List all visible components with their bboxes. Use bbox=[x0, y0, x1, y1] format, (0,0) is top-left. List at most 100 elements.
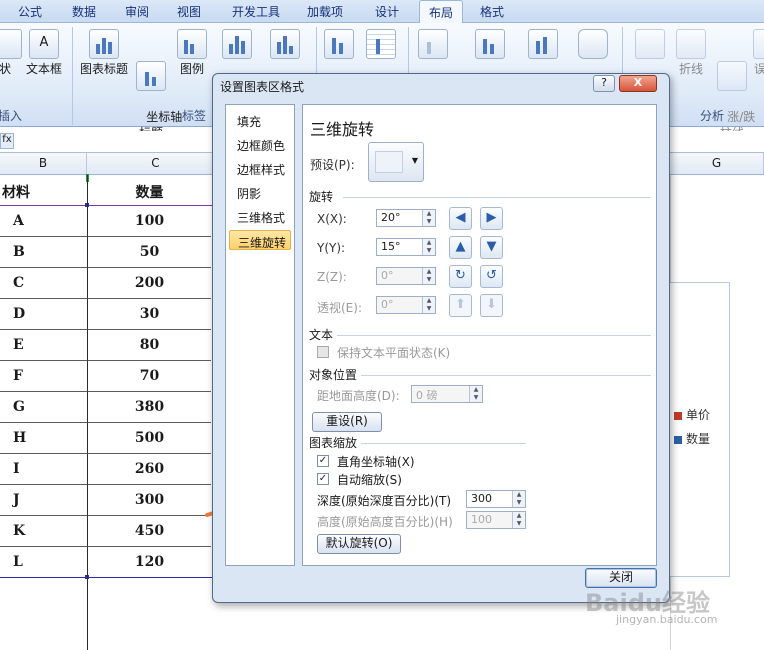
spin-arrows-icon[interactable]: ▲ ▼ bbox=[422, 210, 435, 226]
spin-arrows-icon[interactable]: ▲ ▼ bbox=[422, 268, 435, 284]
data-labels-button[interactable] bbox=[222, 29, 252, 61]
trendline-button[interactable] bbox=[632, 29, 668, 61]
axes-button[interactable] bbox=[324, 29, 354, 61]
widen-view-icon[interactable]: ⬇ bbox=[480, 294, 503, 317]
rotate-left-icon[interactable]: ◀ bbox=[449, 207, 472, 230]
narrow-view-icon[interactable]: ⬆ bbox=[449, 294, 472, 317]
z-rotation-input[interactable]: 0° ▲ ▼ bbox=[376, 267, 436, 285]
text-box-button[interactable]: A 文本框 bbox=[24, 29, 64, 77]
3d-rotation-button[interactable] bbox=[578, 29, 608, 61]
x-rotation-input[interactable]: 20° ▲ ▼ bbox=[376, 209, 436, 227]
cell-material[interactable]: I bbox=[0, 454, 87, 485]
cell-material[interactable]: J bbox=[0, 485, 87, 516]
plot-area-button[interactable] bbox=[418, 29, 448, 61]
header-cell-material[interactable]: 材料 bbox=[0, 175, 87, 206]
spin-arrows-icon[interactable]: ▲ ▼ bbox=[469, 386, 482, 402]
nav-item-3d-format[interactable]: 三维格式 bbox=[229, 206, 291, 226]
column-header-c[interactable]: C bbox=[87, 153, 225, 175]
section-divider bbox=[337, 335, 651, 336]
cell-qty[interactable]: 70 bbox=[87, 361, 211, 392]
tab-view[interactable]: 视图 bbox=[177, 3, 201, 20]
cell-qty[interactable]: 500 bbox=[87, 423, 211, 454]
lines-button[interactable]: 折线 bbox=[673, 29, 709, 77]
depth-input[interactable]: 300 ▲ ▼ bbox=[466, 490, 526, 508]
cell-material[interactable]: A bbox=[0, 206, 87, 237]
chart-wall-button[interactable] bbox=[475, 29, 505, 61]
section-divider bbox=[343, 197, 651, 198]
close-icon[interactable]: X bbox=[619, 75, 657, 92]
legend-item-quantity: 数量 bbox=[674, 430, 710, 447]
tab-design[interactable]: 设计 bbox=[375, 3, 399, 20]
tab-review[interactable]: 审阅 bbox=[125, 3, 149, 20]
nav-item-shadow[interactable]: 阴影 bbox=[229, 182, 291, 202]
right-angle-axes-checkbox[interactable]: ✓ bbox=[317, 455, 329, 467]
cell-qty[interactable]: 200 bbox=[87, 268, 211, 299]
tab-formulas[interactable]: 公式 bbox=[18, 3, 42, 20]
rotate-down-icon[interactable]: ▼ bbox=[480, 236, 503, 259]
cell-material[interactable]: E bbox=[0, 330, 87, 361]
cell-material[interactable]: L bbox=[0, 547, 87, 578]
nav-item-3d-rotation[interactable]: 三维旋转 bbox=[229, 230, 291, 250]
spin-arrows-icon[interactable]: ▲ ▼ bbox=[512, 512, 525, 528]
cell-qty[interactable]: 80 bbox=[87, 330, 211, 361]
distance-from-ground-input[interactable]: 0 磅 ▲ ▼ bbox=[411, 385, 483, 403]
column-header-b[interactable]: B bbox=[0, 153, 87, 175]
cell-material[interactable]: H bbox=[0, 423, 87, 454]
cell-material[interactable]: C bbox=[0, 268, 87, 299]
header-cell-qty[interactable]: 数量 bbox=[87, 175, 211, 206]
group-labels-label: 标签 bbox=[182, 109, 207, 123]
cell-qty[interactable]: 260 bbox=[87, 454, 211, 485]
fx-icon[interactable]: fx bbox=[0, 133, 14, 149]
tab-layout[interactable]: 布局 bbox=[419, 0, 464, 24]
legend-button[interactable]: 图例 bbox=[176, 29, 208, 77]
nav-item-fill[interactable]: 填充 bbox=[229, 110, 291, 130]
tab-data[interactable]: 数据 bbox=[72, 3, 96, 20]
group-separator bbox=[72, 27, 73, 125]
lines-label: 折线 bbox=[678, 62, 703, 76]
cell-qty[interactable]: 380 bbox=[87, 392, 211, 423]
chart-title-button[interactable]: 图表标题 bbox=[78, 29, 130, 77]
help-button[interactable]: ? bbox=[593, 75, 615, 92]
cell-qty[interactable]: 120 bbox=[87, 547, 211, 578]
tab-addins[interactable]: 加载项 bbox=[307, 3, 343, 20]
cell-material[interactable]: F bbox=[0, 361, 87, 392]
spin-arrows-icon[interactable]: ▲ ▼ bbox=[422, 239, 435, 255]
tab-format[interactable]: 格式 bbox=[480, 3, 504, 20]
cell-material[interactable]: G bbox=[0, 392, 87, 423]
column-header-g[interactable]: G bbox=[670, 153, 764, 175]
error-bars-button[interactable]: 误 bbox=[752, 29, 764, 77]
autoscale-checkbox[interactable]: ✓ bbox=[317, 473, 329, 485]
spin-arrows-icon[interactable]: ▲ ▼ bbox=[422, 297, 435, 313]
nav-item-border-color[interactable]: 边框颜色 bbox=[229, 134, 291, 154]
cell-material[interactable]: D bbox=[0, 299, 87, 330]
chart-floor-button[interactable] bbox=[528, 29, 558, 61]
height-input[interactable]: 100 ▲ ▼ bbox=[466, 511, 526, 529]
shapes-button[interactable]: 状 bbox=[0, 29, 22, 77]
keep-text-flat-checkbox[interactable] bbox=[317, 346, 329, 358]
cell-qty[interactable]: 450 bbox=[87, 516, 211, 547]
rotate-ccw-icon[interactable]: ↺ bbox=[480, 265, 503, 288]
height-value: 100 bbox=[471, 513, 492, 526]
cell-material[interactable]: K bbox=[0, 516, 87, 547]
cell-qty[interactable]: 300 bbox=[87, 485, 211, 516]
preset-dropdown[interactable]: ▼ bbox=[368, 142, 424, 182]
nav-item-border-style[interactable]: 边框样式 bbox=[229, 158, 291, 178]
default-rotation-button[interactable]: 默认旋转(O) bbox=[317, 534, 401, 554]
chevron-down-icon: ▼ bbox=[411, 156, 418, 165]
rotate-up-icon[interactable]: ▲ bbox=[449, 236, 472, 259]
legend-label: 单价 bbox=[686, 408, 711, 422]
dialog-panel: 三维旋转 预设(P): ▼ 旋转 X(X): 20° ▲ ▼ ◀ ▶ Y(Y): 1… bbox=[302, 104, 657, 566]
rotate-right-icon[interactable]: ▶ bbox=[480, 207, 503, 230]
cell-qty[interactable]: 30 bbox=[87, 299, 211, 330]
reset-button[interactable]: 重设(R) bbox=[312, 412, 382, 432]
cell-material[interactable]: B bbox=[0, 237, 87, 268]
spin-arrows-icon[interactable]: ▲ ▼ bbox=[512, 491, 525, 507]
tab-developer[interactable]: 开发工具 bbox=[232, 3, 280, 20]
perspective-input[interactable]: 0° ▲ ▼ bbox=[376, 296, 436, 314]
cell-qty[interactable]: 50 bbox=[87, 237, 211, 268]
cell-qty[interactable]: 100 bbox=[87, 206, 211, 237]
data-table-button[interactable] bbox=[270, 29, 300, 61]
y-rotation-input[interactable]: 15° ▲ ▼ bbox=[376, 238, 436, 256]
gridlines-button[interactable] bbox=[366, 29, 396, 61]
rotate-cw-icon[interactable]: ↻ bbox=[449, 265, 472, 288]
